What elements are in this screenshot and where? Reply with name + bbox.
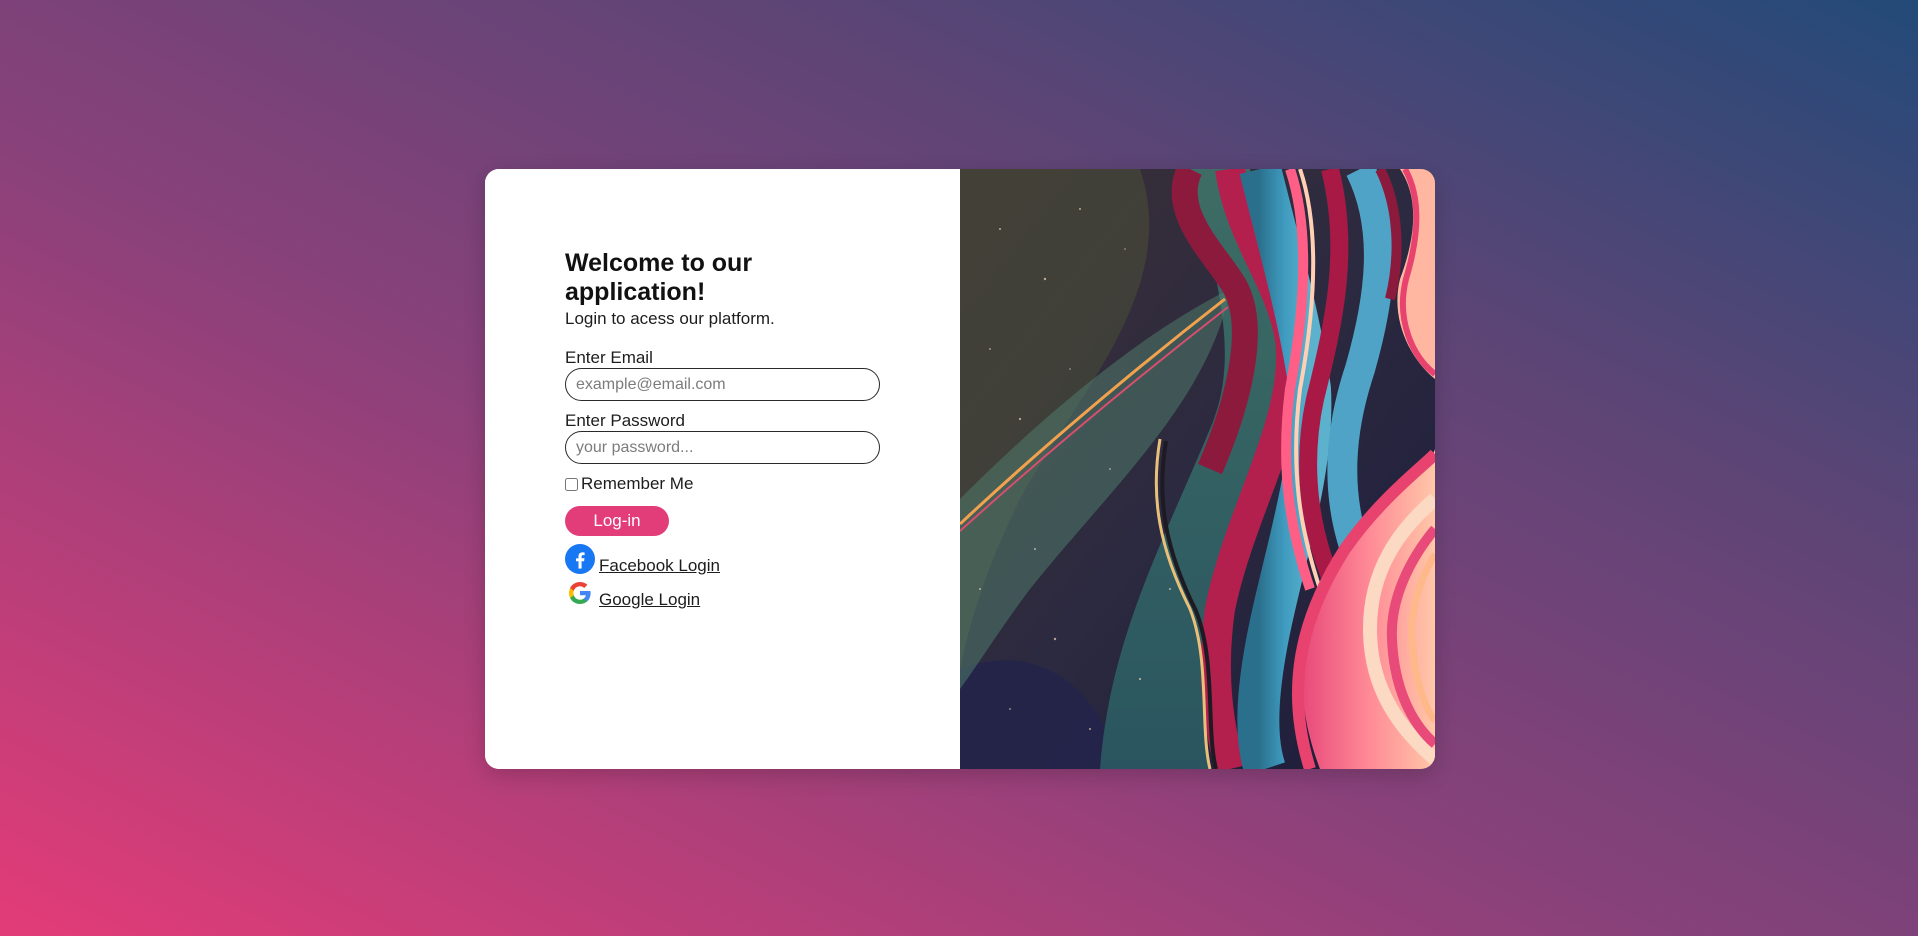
remember-me-row: Remember Me — [565, 474, 885, 494]
decorative-artwork — [960, 169, 1435, 769]
email-label: Enter Email — [565, 348, 653, 367]
google-login-link[interactable]: Google Login — [565, 580, 885, 612]
facebook-login-link[interactable]: Facebook Login — [565, 544, 885, 578]
facebook-icon — [565, 544, 595, 574]
remember-me-label[interactable]: Remember Me — [581, 474, 693, 494]
page-subtitle: Login to acess our platform. — [565, 309, 775, 328]
login-form: Welcome to our application! Login to ace… — [565, 249, 885, 612]
facebook-login-text: Facebook Login — [599, 556, 720, 575]
google-icon — [565, 578, 595, 608]
remember-me-checkbox[interactable] — [565, 477, 578, 491]
email-field[interactable] — [565, 368, 880, 401]
page-title: Welcome to our application! — [565, 249, 753, 306]
google-login-text: Google Login — [599, 590, 701, 609]
login-button[interactable]: Log-in — [565, 506, 669, 536]
login-card: Welcome to our application! Login to ace… — [485, 169, 1435, 769]
password-field[interactable] — [565, 431, 880, 464]
fluid-art-image — [960, 169, 1435, 769]
password-label: Enter Password — [565, 411, 685, 430]
login-panel: Welcome to our application! Login to ace… — [485, 169, 960, 769]
